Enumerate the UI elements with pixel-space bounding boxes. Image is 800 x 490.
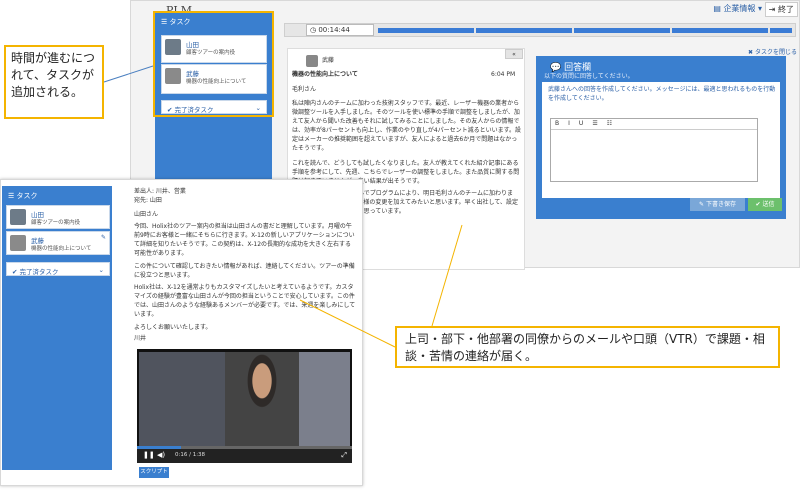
callout-lines bbox=[103, 65, 463, 348]
callout-time: 時間が進むにつれて、タスクが追加される。 bbox=[4, 45, 104, 119]
callout-messages: 上司・部下・他部署の同僚からのメールや口頭（VTR）で課題・相談・苦情の連絡が届… bbox=[395, 326, 780, 368]
callout-line bbox=[431, 224, 463, 327]
callout-line bbox=[299, 299, 396, 348]
callout-line bbox=[103, 65, 154, 83]
